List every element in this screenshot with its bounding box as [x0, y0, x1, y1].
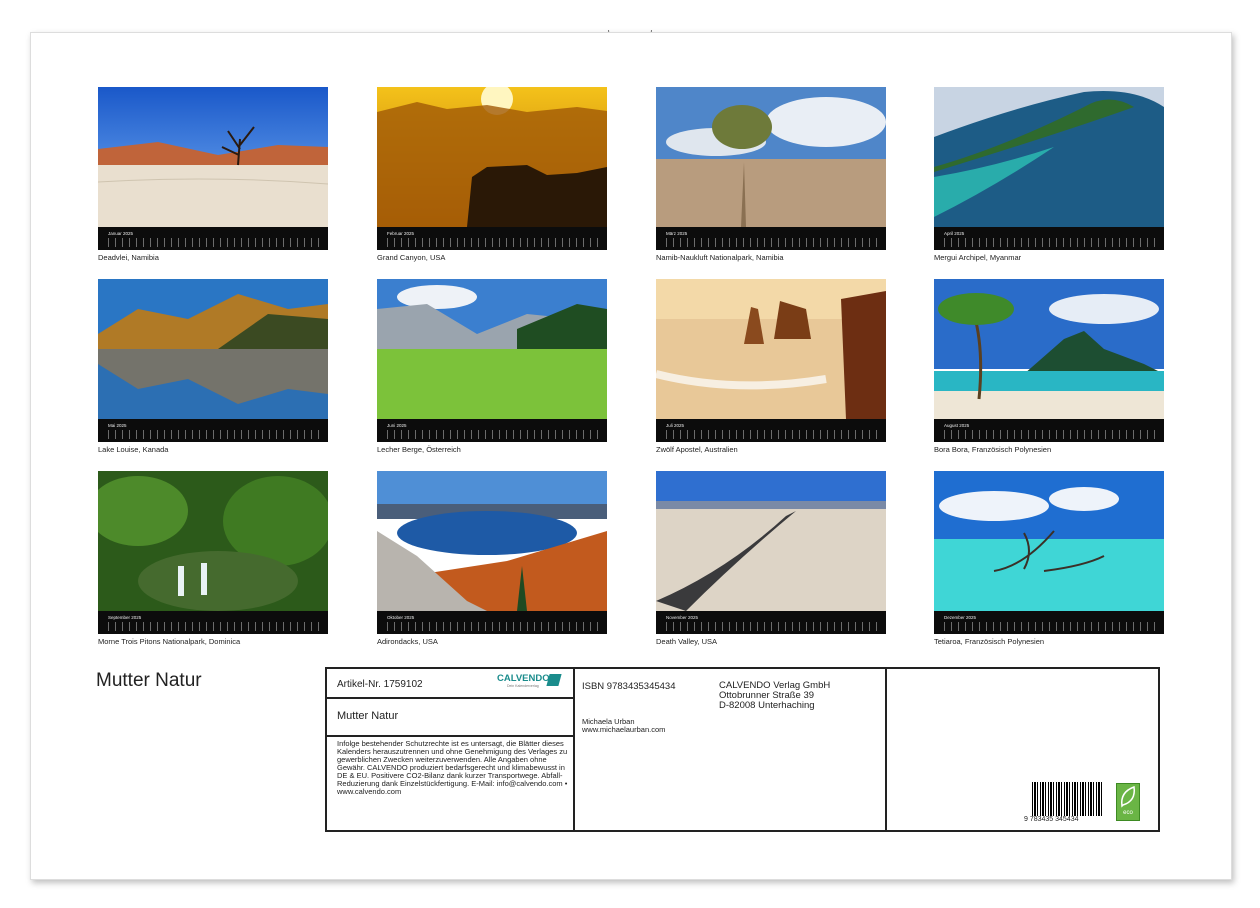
calendar-title: Mutter Natur: [96, 670, 202, 691]
photo-caption: Morne Trois Pitons Nationalpark, Dominic…: [98, 637, 241, 646]
photo-caption: Mergui Archipel, Myanmar: [934, 253, 1022, 262]
legal-text: Infolge bestehender Schutzrechte ist es …: [337, 739, 568, 796]
photo-caption: Deadvlei, Namibia: [98, 253, 159, 262]
month-tile-august[interactable]: August 2025 Bora Bora, Französisch Polyn…: [934, 279, 1164, 454]
info-title: Mutter Natur: [337, 710, 399, 722]
photo-caption: Bora Bora, Französisch Polynesien: [934, 445, 1052, 454]
publisher-address: CALVENDO Verlag GmbH Ottobrunner Straße …: [719, 681, 830, 711]
photo-caption: Zwölf Apostel, Australien: [656, 445, 738, 454]
month-label: November 2025: [666, 615, 699, 620]
barcode-number: 9 783435 345434: [1024, 816, 1079, 823]
photo-caption: Lecher Berge, Österreich: [377, 445, 461, 454]
month-calendar-strip: März 2025: [656, 227, 886, 250]
calvendo-logo: CALVENDO: [497, 673, 550, 684]
publisher-info-box: Artikel-Nr. 1759102 CALVENDO Dein Kalend…: [325, 667, 1160, 832]
photo-lake-louise: [98, 279, 328, 419]
month-calendar-strip: Januar 2025: [98, 227, 328, 250]
photo-caption: Adirondacks, USA: [377, 637, 438, 646]
photo-caption: Lake Louise, Kanada: [98, 445, 169, 454]
month-tile-february[interactable]: Februar 2025 Grand Canyon, USA: [377, 87, 607, 262]
author-block: Michaela Urban www.michaelaurban.com: [582, 718, 665, 734]
month-calendar-strip: April 2025: [934, 227, 1164, 250]
month-tile-january[interactable]: Januar 2025 Deadvlei, Namibia: [98, 87, 328, 262]
author-url[interactable]: www.michaelaurban.com: [582, 726, 665, 734]
month-label: Februar 2025: [387, 231, 415, 236]
article-number: Artikel-Nr. 1759102: [337, 679, 423, 690]
photo-caption: Tetiaroa, Französisch Polynesien: [934, 637, 1045, 646]
photo-mergui-archipel: [934, 87, 1164, 227]
photo-lecher-berge: [377, 279, 607, 419]
info-column-left: Artikel-Nr. 1759102 CALVENDO Dein Kalend…: [327, 669, 575, 830]
month-calendar-strip: November 2025: [656, 611, 886, 634]
photo-grand-canyon: [377, 87, 607, 227]
month-label: Dezember 2025: [944, 615, 977, 620]
month-tile-june[interactable]: Juni 2025 Lecher Berge, Österreich: [377, 279, 607, 454]
title-row: Mutter Natur: [327, 699, 573, 737]
month-tile-may[interactable]: Mai 2025 Lake Louise, Kanada: [98, 279, 328, 454]
month-tile-march[interactable]: März 2025 Namib-Naukluft Nationalpark, N…: [656, 87, 886, 262]
photo-caption: Namib-Naukluft Nationalpark, Namibia: [656, 253, 784, 262]
photo-caption: Grand Canyon, USA: [377, 253, 446, 262]
month-tile-october[interactable]: Oktober 2025 Adirondacks, USA: [377, 471, 607, 646]
month-label: Juni 2025: [387, 423, 407, 428]
photo-adirondacks: [377, 471, 607, 611]
photo-death-valley: [656, 471, 886, 611]
month-label: März 2025: [666, 231, 688, 236]
calvendo-logo-mark: [546, 674, 562, 686]
photo-zwoelf-apostel: [656, 279, 886, 419]
eco-label: eco: [1123, 810, 1133, 816]
month-label: September 2025: [108, 615, 142, 620]
month-label: Juli 2025: [666, 423, 685, 428]
eco-leaf-icon: eco: [1116, 783, 1140, 821]
photo-caption: Death Valley, USA: [656, 637, 717, 646]
month-calendar-strip: Juni 2025: [377, 419, 607, 442]
month-label: Januar 2025: [108, 231, 134, 236]
publisher-city: D-82008 Unterhaching: [719, 700, 815, 711]
month-tile-july[interactable]: Juli 2025 Zwölf Apostel, Australien: [656, 279, 886, 454]
month-calendar-strip: September 2025: [98, 611, 328, 634]
month-label: Oktober 2025: [387, 615, 415, 620]
photo-tetiaroa: [934, 471, 1164, 611]
month-calendar-strip: August 2025: [934, 419, 1164, 442]
photo-namib-naukluft: [656, 87, 886, 227]
barcode: [1032, 782, 1104, 816]
month-tile-november[interactable]: November 2025 Death Valley, USA: [656, 471, 886, 646]
photo-bora-bora: [934, 279, 1164, 419]
month-label: August 2025: [944, 423, 970, 428]
month-tile-september[interactable]: September 2025 Morne Trois Pitons Nation…: [98, 471, 328, 646]
photo-deadvlei: [98, 87, 328, 227]
month-calendar-strip: Februar 2025: [377, 227, 607, 250]
calvendo-logo-sub: Dein Kalenderverlag: [507, 684, 539, 688]
month-tile-april[interactable]: April 2025 Mergui Archipel, Myanmar: [934, 87, 1164, 262]
isbn: ISBN 9783435345434: [582, 681, 676, 692]
month-calendar-strip: Oktober 2025: [377, 611, 607, 634]
month-calendar-strip: Dezember 2025: [934, 611, 1164, 634]
month-tile-december[interactable]: Dezember 2025 Tetiaroa, Französisch Poly…: [934, 471, 1164, 646]
month-calendar-strip: Mai 2025: [98, 419, 328, 442]
info-column-middle: ISBN 9783435345434 CALVENDO Verlag GmbH …: [573, 669, 887, 830]
month-calendar-strip: Juli 2025: [656, 419, 886, 442]
article-row: Artikel-Nr. 1759102 CALVENDO Dein Kalend…: [327, 669, 573, 699]
month-label: Mai 2025: [108, 423, 127, 428]
photo-morne-trois-pitons: [98, 471, 328, 611]
month-label: April 2025: [944, 231, 965, 236]
